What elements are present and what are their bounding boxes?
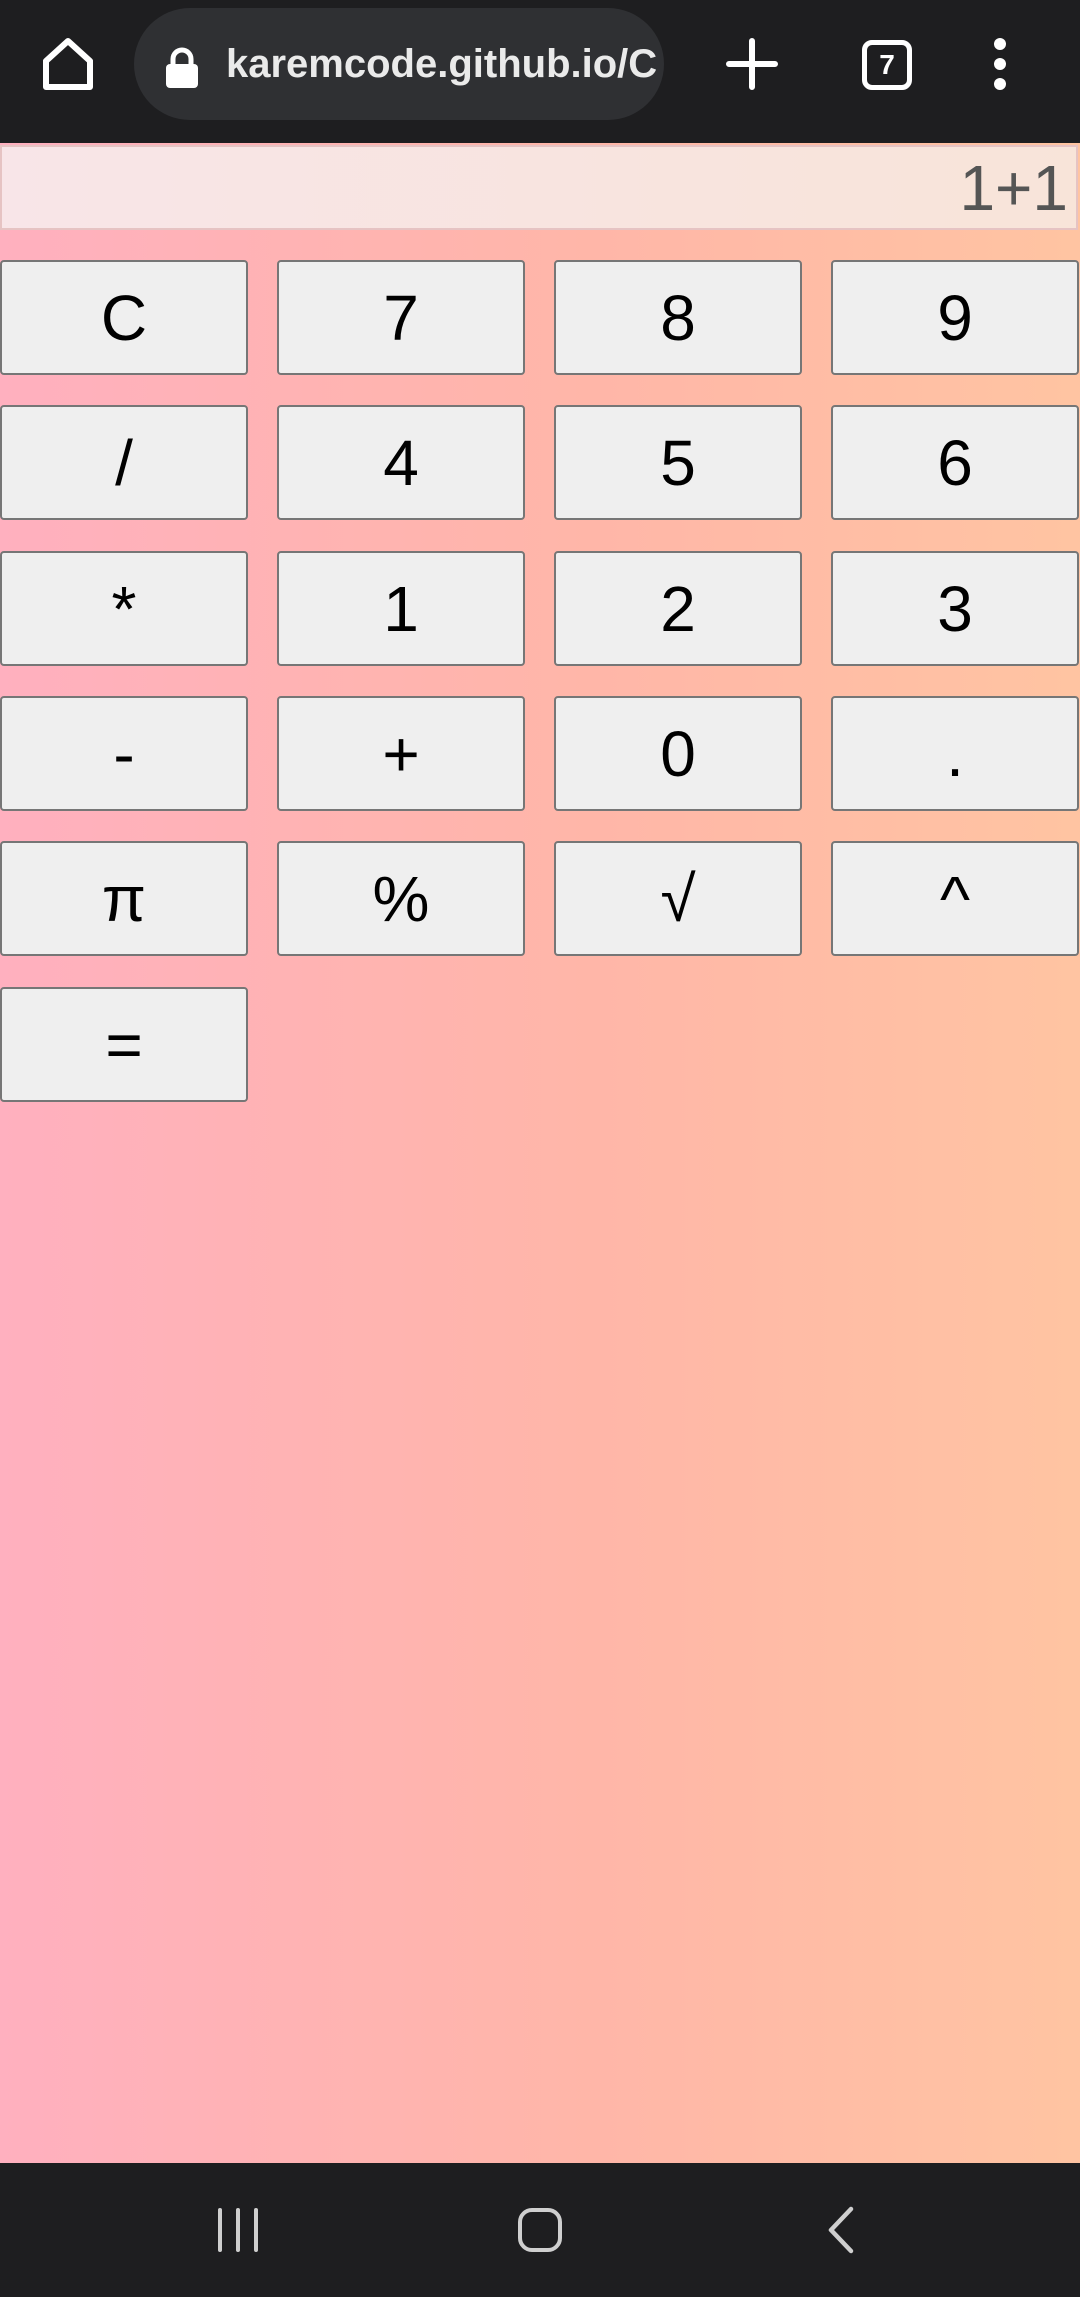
equals-button[interactable]: =: [0, 987, 248, 1102]
tab-count: 7: [879, 49, 895, 80]
browser-home-button[interactable]: [28, 24, 108, 104]
power-button[interactable]: ^: [831, 841, 1079, 956]
lock-icon: [166, 47, 198, 88]
pi-button[interactable]: π: [0, 841, 248, 956]
square-root-button[interactable]: √: [554, 841, 802, 956]
digit-8-button[interactable]: 8: [554, 260, 802, 375]
calculator-page: 1+1 C 7 8 9 / 4 5 6 * 1 2 3 - + 0 . π % …: [0, 143, 1080, 2163]
digit-5-button[interactable]: 5: [554, 405, 802, 520]
system-navigation-bar: [0, 2163, 1080, 2297]
digit-2-button[interactable]: 2: [554, 551, 802, 666]
plus-icon: [726, 38, 778, 90]
recents-icon: [218, 2208, 258, 2252]
kebab-menu-icon: [994, 38, 1006, 90]
calculator-keypad: C 7 8 9 / 4 5 6 * 1 2 3 - + 0 . π % √ ^ …: [0, 260, 1080, 1260]
digit-3-button[interactable]: 3: [831, 551, 1079, 666]
percent-button[interactable]: %: [277, 841, 525, 956]
divide-button[interactable]: /: [0, 405, 248, 520]
back-button[interactable]: [804, 2190, 884, 2270]
home-circle-icon: [518, 2208, 562, 2252]
home-icon: [43, 38, 93, 90]
subtract-button[interactable]: -: [0, 696, 248, 811]
digit-1-button[interactable]: 1: [277, 551, 525, 666]
digit-0-button[interactable]: 0: [554, 696, 802, 811]
digit-4-button[interactable]: 4: [277, 405, 525, 520]
back-chevron-icon: [828, 2206, 854, 2254]
tab-switcher-button[interactable]: 7: [862, 40, 912, 90]
browser-toolbar: karemcode.github.io/Calculator 7: [0, 0, 1080, 143]
clear-button[interactable]: C: [0, 260, 248, 375]
add-button[interactable]: +: [277, 696, 525, 811]
decimal-point-button[interactable]: .: [831, 696, 1079, 811]
browser-menu-button[interactable]: [970, 24, 1030, 104]
digit-6-button[interactable]: 6: [831, 405, 1079, 520]
multiply-button[interactable]: *: [0, 551, 248, 666]
calculator-display[interactable]: 1+1: [0, 145, 1078, 230]
address-bar[interactable]: karemcode.github.io/Calculator: [134, 8, 664, 120]
digit-9-button[interactable]: 9: [831, 260, 1079, 375]
system-home-button[interactable]: [500, 2190, 580, 2270]
new-tab-button[interactable]: [712, 24, 792, 104]
recents-button[interactable]: [198, 2190, 278, 2270]
digit-7-button[interactable]: 7: [277, 260, 525, 375]
url-text: karemcode.github.io/Calculator: [226, 42, 656, 86]
